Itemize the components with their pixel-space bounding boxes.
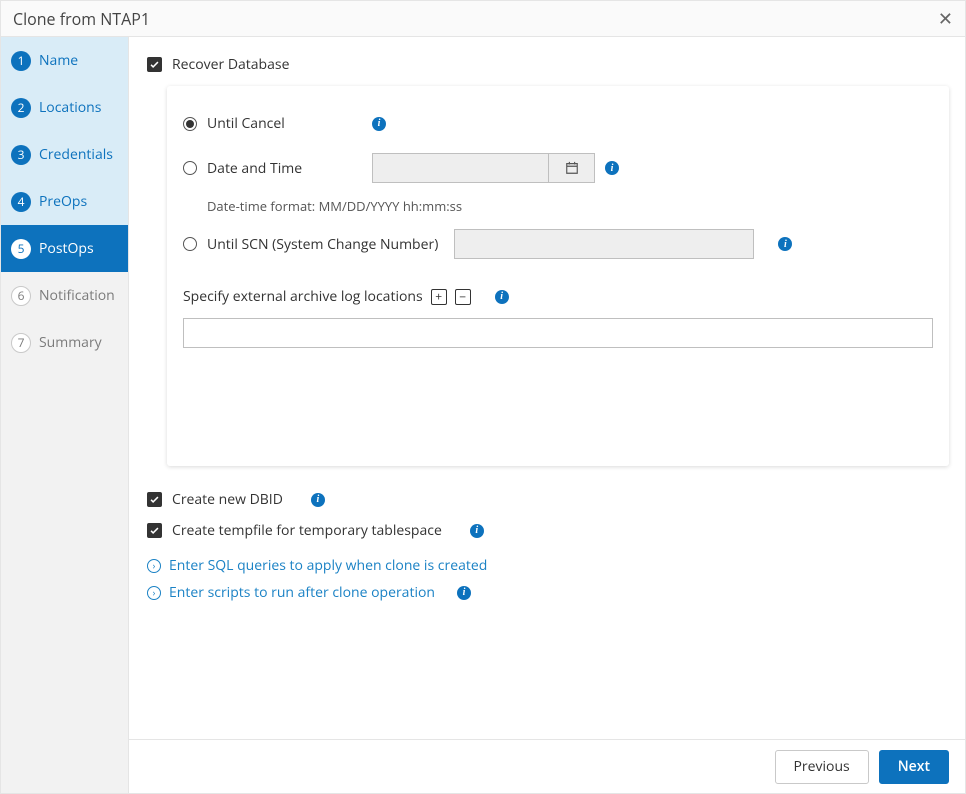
step-number: 5 [11, 239, 31, 259]
step-number: 1 [11, 51, 31, 71]
date-time-info-icon[interactable] [605, 161, 619, 175]
step-number: 4 [11, 192, 31, 212]
previous-button[interactable]: Previous [775, 750, 869, 784]
body: 1 Name 2 Locations 3 Credentials 4 PreOp… [1, 37, 965, 793]
step-number: 2 [11, 98, 31, 118]
post-scripts-label: Enter scripts to run after clone operati… [169, 583, 435, 602]
date-time-label: Date and Time [207, 159, 362, 178]
date-time-hint: Date-time format: MM/DD/YYYY hh:mm:ss [183, 193, 933, 223]
step-number: 7 [11, 333, 31, 353]
step-number: 6 [11, 286, 31, 306]
step-number: 3 [11, 145, 31, 165]
chevron-right-icon [147, 586, 161, 600]
archive-remove-button[interactable]: − [455, 289, 471, 305]
step-label: Name [39, 51, 78, 70]
step-label: PostOps [39, 239, 94, 258]
title-bar: Clone from NTAP1 ✕ [1, 1, 965, 37]
until-scn-label: Until SCN (System Change Number) [207, 235, 438, 254]
postops-form: Recover Database Until Cancel Date and T… [129, 37, 965, 739]
clone-wizard-window: Clone from NTAP1 ✕ 1 Name 2 Locations 3 … [0, 0, 966, 794]
until-cancel-info-icon[interactable] [372, 117, 386, 131]
recover-database-label: Recover Database [172, 55, 289, 74]
archive-loc-row: Specify external archive log locations +… [183, 271, 933, 316]
below-panel: Create new DBID Create tempfile for temp… [147, 490, 949, 606]
step-name[interactable]: 1 Name [1, 37, 128, 84]
archive-loc-label: Specify external archive log locations [183, 287, 423, 306]
step-credentials[interactable]: 3 Credentials [1, 131, 128, 178]
date-time-row: Date and Time [183, 143, 933, 193]
date-time-radio[interactable] [183, 161, 197, 175]
sql-queries-label: Enter SQL queries to apply when clone is… [169, 556, 487, 575]
calendar-button[interactable] [549, 153, 595, 183]
until-cancel-radio[interactable] [183, 117, 197, 131]
step-preops[interactable]: 4 PreOps [1, 178, 128, 225]
recover-database-row: Recover Database [147, 55, 949, 74]
create-tempfile-info-icon[interactable] [470, 524, 484, 538]
wizard-footer: Previous Next [129, 739, 965, 793]
plus-icon: + [435, 291, 442, 303]
recover-database-checkbox[interactable] [147, 57, 162, 72]
date-time-group [372, 153, 619, 183]
wizard-sidebar: 1 Name 2 Locations 3 Credentials 4 PreOp… [1, 37, 129, 793]
until-scn-radio[interactable] [183, 237, 197, 251]
step-label: Credentials [39, 145, 113, 164]
create-tempfile-label: Create tempfile for temporary tablespace [172, 521, 442, 540]
step-label: Locations [39, 98, 101, 117]
archive-info-icon[interactable] [495, 290, 509, 304]
chevron-right-icon [147, 559, 161, 573]
close-button[interactable]: ✕ [938, 10, 953, 28]
until-cancel-label: Until Cancel [207, 114, 362, 133]
step-notification[interactable]: 6 Notification [1, 272, 128, 319]
step-label: Summary [39, 333, 102, 352]
create-dbid-row: Create new DBID [147, 490, 949, 509]
sql-queries-link[interactable]: Enter SQL queries to apply when clone is… [147, 552, 949, 579]
minus-icon: − [459, 291, 466, 303]
create-dbid-info-icon[interactable] [311, 493, 325, 507]
create-tempfile-checkbox[interactable] [147, 523, 162, 538]
step-label: PreOps [39, 192, 87, 211]
calendar-icon [565, 161, 579, 175]
recovery-panel: Until Cancel Date and Time [167, 86, 949, 466]
step-label: Notification [39, 286, 115, 305]
step-locations[interactable]: 2 Locations [1, 84, 128, 131]
next-button[interactable]: Next [879, 750, 949, 784]
archive-path-input[interactable] [183, 318, 933, 348]
until-scn-info-icon[interactable] [778, 237, 792, 251]
step-postops[interactable]: 5 PostOps [1, 225, 128, 272]
until-scn-input[interactable] [454, 229, 754, 259]
create-dbid-checkbox[interactable] [147, 492, 162, 507]
post-scripts-info-icon[interactable] [457, 586, 471, 600]
post-scripts-link[interactable]: Enter scripts to run after clone operati… [147, 579, 949, 606]
window-title: Clone from NTAP1 [13, 8, 150, 30]
date-time-input[interactable] [372, 153, 549, 183]
step-summary[interactable]: 7 Summary [1, 319, 128, 366]
create-dbid-label: Create new DBID [172, 490, 283, 509]
create-tempfile-row: Create tempfile for temporary tablespace [147, 521, 949, 540]
archive-add-button[interactable]: + [431, 289, 447, 305]
until-scn-row: Until SCN (System Change Number) [183, 223, 933, 271]
main-area: Recover Database Until Cancel Date and T… [129, 37, 965, 793]
until-cancel-row: Until Cancel [183, 104, 933, 143]
